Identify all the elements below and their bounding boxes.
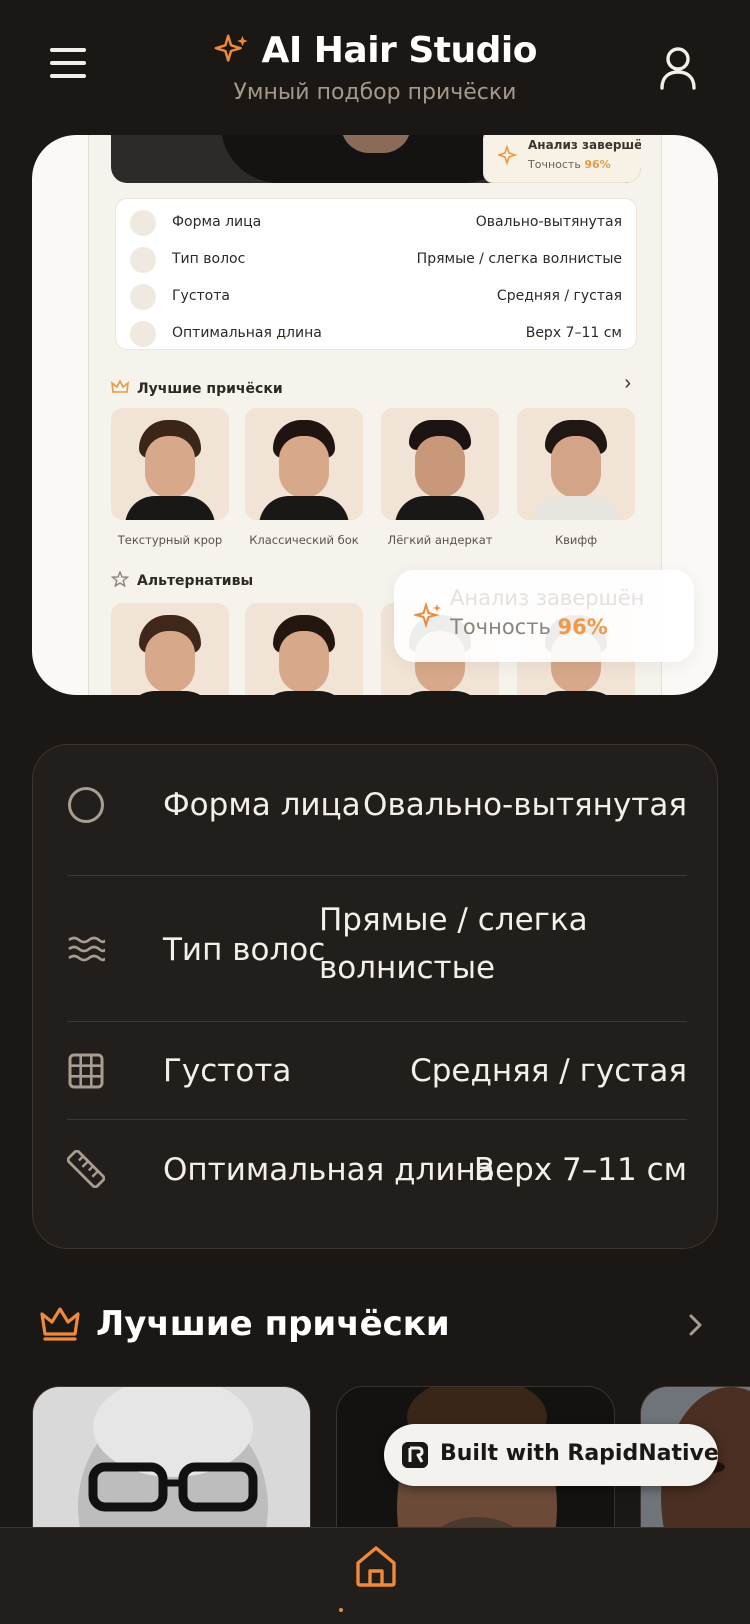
mini-analysis-table: Форма лица Овально-вытянутая Тип волос П… xyxy=(115,198,637,350)
analysis-complete-toast: Анализ завершён Точность 96% xyxy=(394,570,694,662)
mini-row-length: Оптимальная длина Верх 7–11 см xyxy=(116,314,638,352)
home-icon[interactable] xyxy=(354,1544,398,1588)
mini-best-title: Лучшие причёски xyxy=(111,379,283,397)
bottom-tab-bar xyxy=(0,1527,750,1624)
star-icon xyxy=(111,571,129,587)
app-title: AI Hair Studio xyxy=(261,30,538,71)
mini-thumb-caption: Лёгкий андеркат xyxy=(387,533,493,547)
profile-icon[interactable] xyxy=(656,44,700,92)
mini-thumb-caption: Текстурный крор xyxy=(117,533,223,547)
analysis-row-face-shape: Форма лица Овально-вытянутая xyxy=(67,745,687,875)
mini-row-density: Густота Средняя / густая xyxy=(116,277,638,315)
analysis-row-density: Густота Средняя / густая xyxy=(67,1022,687,1118)
built-with-rapidnative-badge[interactable]: Built with RapidNative xyxy=(384,1424,719,1486)
analysis-row-length: Оптимальная длина Верх 7–11 см xyxy=(67,1120,687,1220)
toast-ghost-title: Анализ завершён xyxy=(450,586,645,610)
crown-icon xyxy=(111,379,129,393)
mini-thumb[interactable] xyxy=(111,408,229,520)
rapidnative-logo-icon xyxy=(402,1442,428,1468)
app-title-row: AI Hair Studio xyxy=(0,30,750,71)
best-haircuts-header: Лучшие причёски xyxy=(40,1300,710,1350)
sparkle-icon xyxy=(498,145,518,166)
chevron-right-icon[interactable]: › xyxy=(624,372,631,395)
mini-thumb[interactable] xyxy=(111,603,229,695)
menu-icon-bar xyxy=(50,74,86,78)
grid-icon xyxy=(130,284,156,310)
mini-thumb-caption: Классический бок xyxy=(249,533,359,547)
mini-thumb[interactable] xyxy=(517,408,635,520)
grid-icon xyxy=(68,1053,104,1089)
rapidnative-label: Built with RapidNative xyxy=(440,1441,719,1466)
sparkle-icon xyxy=(214,34,248,62)
mini-thumb[interactable] xyxy=(245,603,363,695)
app-header: AI Hair Studio Умный подбор причёски xyxy=(0,0,750,130)
analysis-details-card: Форма лица Овально-вытянутая Тип волос П… xyxy=(32,744,718,1249)
analysis-row-hair-type: Тип волос Прямые / слегка волнистые xyxy=(67,876,687,1021)
mini-row-hair-type: Тип волос Прямые / слегка волнистые xyxy=(116,240,638,278)
mini-analysis-badge: Анализ завершён Точность 96% xyxy=(483,135,641,183)
best-haircuts-title: Лучшие причёски xyxy=(96,1304,450,1344)
mini-thumb[interactable] xyxy=(381,408,499,520)
analysis-preview-card[interactable]: Анализ завершён Точность 96% Форма лица … xyxy=(32,135,718,695)
user-photo: Анализ завершён Точность 96% xyxy=(111,135,641,183)
mini-row-face-shape: Форма лица Овально-вытянутая xyxy=(116,203,638,241)
chevron-right-icon[interactable] xyxy=(680,1310,710,1340)
crown-icon xyxy=(40,1307,80,1341)
waves-icon xyxy=(130,247,156,273)
sparkle-icon xyxy=(414,602,441,629)
mini-alt-title: Альтернативы xyxy=(111,571,253,589)
app-subtitle: Умный подбор причёски xyxy=(233,80,517,105)
mini-thumb[interactable] xyxy=(245,408,363,520)
waves-icon xyxy=(68,936,105,962)
ruler-icon xyxy=(130,321,156,347)
face-icon xyxy=(130,210,156,236)
circle-icon xyxy=(68,787,104,823)
active-tab-indicator xyxy=(339,1608,343,1612)
mini-thumb-caption: Квифф xyxy=(554,533,598,547)
ruler-icon xyxy=(67,1150,105,1188)
toast-accuracy: Точность 96% xyxy=(450,615,608,639)
mini-badge-accuracy: Точность 96% xyxy=(528,158,611,171)
mini-badge-title: Анализ завершён xyxy=(528,138,641,152)
